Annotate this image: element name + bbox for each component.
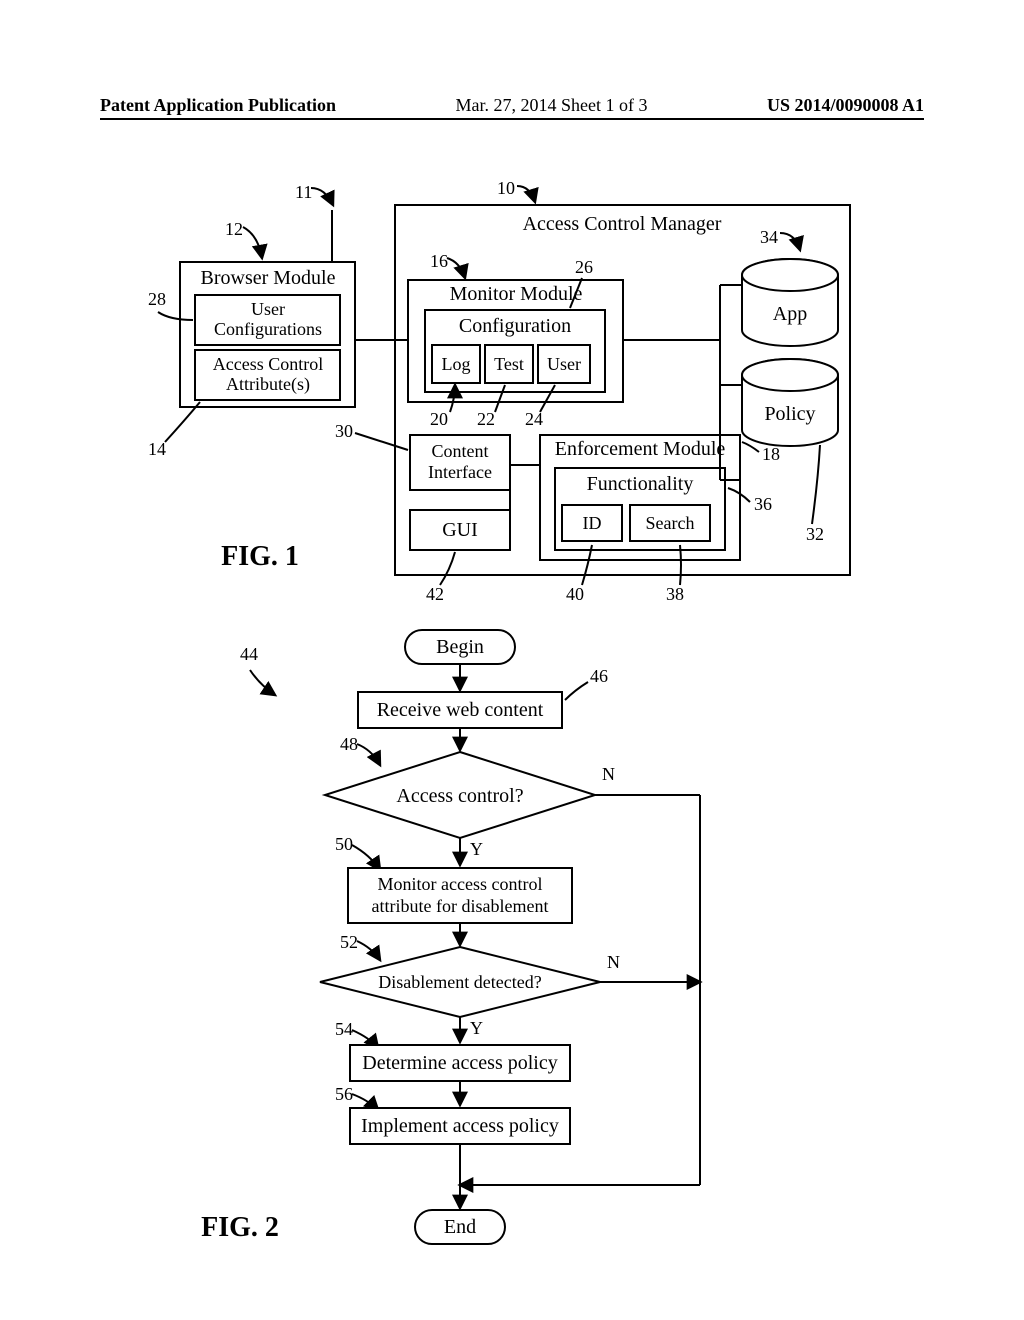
pub-label: Patent Application Publication	[100, 95, 336, 116]
step46: Receive web content	[377, 699, 544, 721]
end-label: End	[444, 1216, 476, 1238]
browser-uc-l2: Configurations	[214, 319, 322, 339]
enf-id: ID	[583, 513, 602, 533]
step54: Determine access policy	[362, 1052, 557, 1074]
monitor-test: Test	[494, 354, 524, 374]
dec52-yes: Y	[470, 1018, 483, 1038]
step50-l2: attribute for disablement	[372, 896, 549, 916]
begin-label: Begin	[436, 636, 484, 658]
fig2-caption: FIG. 2	[201, 1212, 279, 1243]
ref-32: 32	[806, 524, 824, 544]
ref-54: 54	[335, 1019, 353, 1039]
enforcement-title: Enforcement Module	[555, 438, 726, 460]
gui-label: GUI	[442, 519, 478, 541]
browser-title: Browser Module	[201, 267, 336, 289]
ref-14: 14	[148, 439, 166, 459]
figure-1: Access Control Manager 10 34 App Policy …	[148, 180, 850, 604]
enf-func: Functionality	[587, 473, 694, 495]
ref-18: 18	[762, 444, 780, 464]
monitor-config: Configuration	[459, 315, 571, 337]
figure-2: Begin Receive web content 46 Access cont…	[201, 630, 700, 1244]
ref-30: 30	[335, 421, 353, 441]
ref-22: 22	[477, 409, 495, 429]
ref-10: 10	[497, 180, 515, 198]
sheet-label: Mar. 27, 2014 Sheet 1 of 3	[456, 95, 648, 116]
dec48-no: N	[602, 764, 615, 784]
ref-50: 50	[335, 834, 353, 854]
step56: Implement access policy	[361, 1115, 559, 1137]
monitor-log: Log	[442, 354, 471, 374]
fig1-title: Access Control Manager	[523, 213, 722, 235]
ref-52: 52	[340, 932, 358, 952]
browser-aca-l1: Access Control	[213, 354, 323, 374]
fig1-caption: FIG. 1	[221, 541, 299, 572]
ref-42: 42	[426, 584, 444, 604]
ref-48: 48	[340, 734, 358, 754]
figures-canvas: Access Control Manager 10 34 App Policy …	[0, 180, 1024, 1280]
ref-34: 34	[760, 227, 778, 247]
dec52-no: N	[607, 952, 620, 972]
enf-search: Search	[646, 513, 695, 533]
content-if-l1: Content	[432, 441, 489, 461]
monitor-title: Monitor Module	[450, 283, 583, 305]
ref-56: 56	[335, 1084, 353, 1104]
dec52: Disablement detected?	[378, 972, 541, 992]
dec48-yes: Y	[470, 839, 483, 859]
browser-uc-l1: User	[251, 299, 285, 319]
browser-aca-l2: Attribute(s)	[226, 374, 310, 395]
ref-28: 28	[148, 289, 166, 309]
pub-number: US 2014/0090008 A1	[767, 95, 924, 116]
ref-46: 46	[590, 666, 608, 686]
ref-20: 20	[430, 409, 448, 429]
ref-44: 44	[240, 644, 258, 664]
content-if-l2: Interface	[428, 462, 492, 482]
app-db: App	[742, 259, 838, 346]
step50-l1: Monitor access control	[378, 874, 543, 894]
ref-12: 12	[225, 219, 243, 239]
ref-38: 38	[666, 584, 684, 604]
ref-26: 26	[575, 257, 593, 277]
policy-db: Policy	[742, 359, 838, 446]
ref-11: 11	[295, 182, 312, 202]
ref-36: 36	[754, 494, 772, 514]
monitor-user: User	[547, 354, 581, 374]
ref-40: 40	[566, 584, 584, 604]
ref-16: 16	[430, 251, 448, 271]
app-db-label: App	[773, 303, 807, 325]
dec48: Access control?	[396, 785, 523, 807]
policy-db-label: Policy	[764, 403, 815, 425]
page-header: Patent Application Publication Mar. 27, …	[100, 95, 924, 120]
